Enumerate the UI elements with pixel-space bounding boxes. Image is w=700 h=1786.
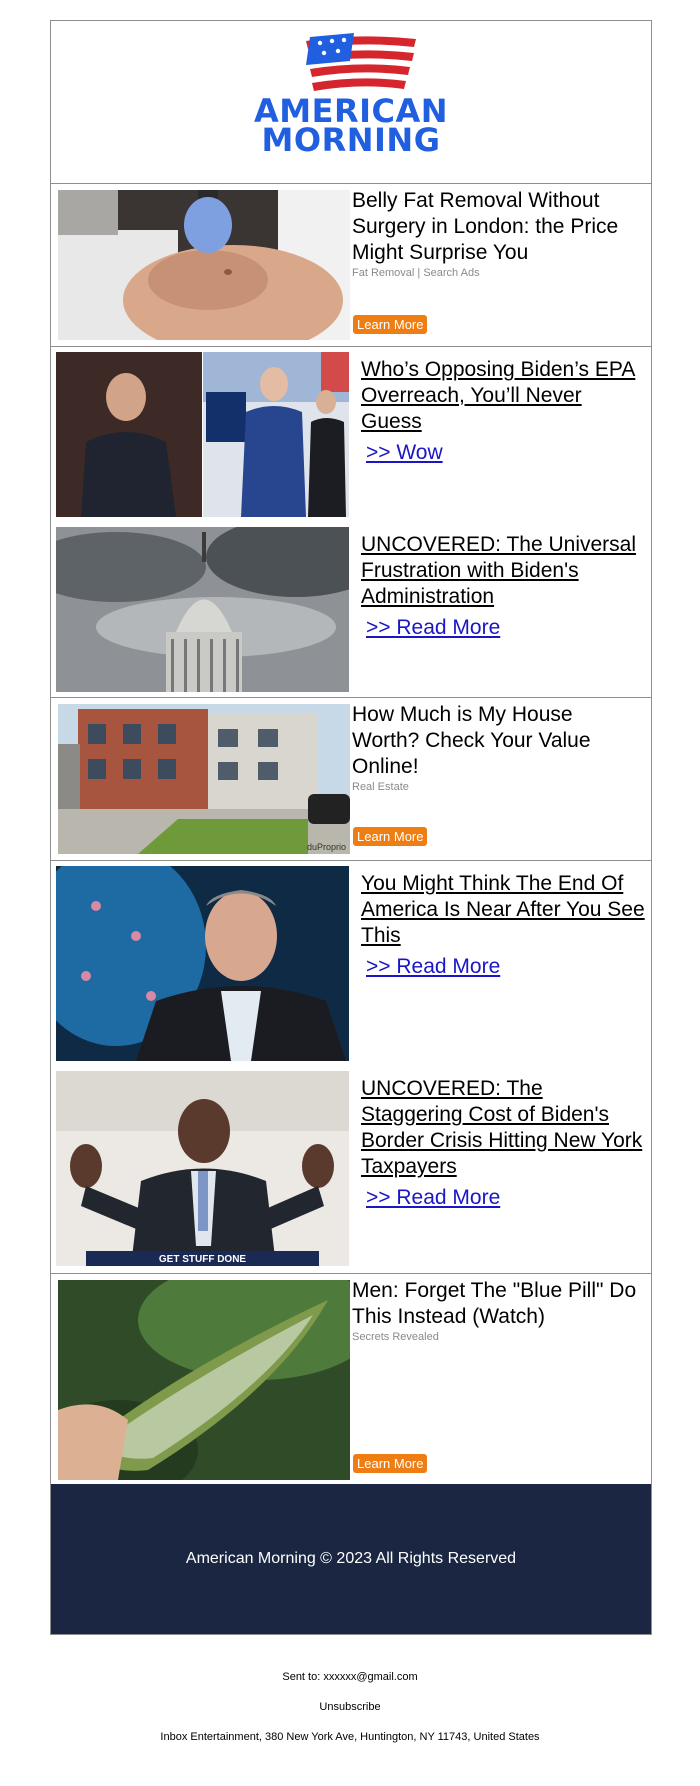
mayor-photo <box>56 1071 349 1266</box>
story-link[interactable]: >> Read More <box>366 616 500 640</box>
story-image[interactable] <box>56 527 349 692</box>
ad-title[interactable]: Men: Forget The "Blue Pill" Do This Inst… <box>352 1278 642 1343</box>
unsubscribe-link[interactable]: Unsubscribe <box>0 1701 700 1713</box>
sponsored-ad[interactable]: Men: Forget The "Blue Pill" Do This Inst… <box>51 1274 651 1484</box>
capitol-photo <box>56 527 349 692</box>
ad-image[interactable] <box>58 1280 350 1480</box>
ad-source: Secrets Revealed <box>352 1331 439 1343</box>
ad-image[interactable]: duProprio <box>58 704 350 854</box>
story-headline[interactable]: UNCOVERED: The Staggering Cost of Biden'… <box>361 1076 646 1180</box>
mailing-address: Inbox Entertainment, 380 New York Ave, H… <box>160 1731 540 1743</box>
ad-title[interactable]: How Much is My House Worth? Check Your V… <box>352 702 642 793</box>
ad-source: Fat Removal | Search Ads <box>352 267 480 279</box>
story-group: Who’s Opposing Biden’s EPA Overreach, Yo… <box>51 347 651 698</box>
footer-band: American Morning © 2023 All Rights Reser… <box>51 1484 651 1634</box>
email-wrapper: AMERICAN MORNING Belly Fat Removal Witho… <box>50 20 652 1635</box>
learn-more-button[interactable]: Learn More <box>353 827 428 846</box>
email-header: AMERICAN MORNING <box>51 21 651 184</box>
story-headline[interactable]: You Might Think The End Of America Is Ne… <box>361 871 646 949</box>
ad-source: Real Estate <box>352 781 409 793</box>
ad-image[interactable] <box>58 190 350 340</box>
host-photo <box>56 866 349 1061</box>
logo-line-2: MORNING <box>261 121 441 159</box>
sponsored-ad[interactable]: Belly Fat Removal Without Surgery in Lon… <box>51 184 651 347</box>
politicians-photo <box>56 352 349 517</box>
copyright-text: American Morning © 2023 All Rights Reser… <box>185 1550 517 1567</box>
story-headline[interactable]: Who’s Opposing Biden’s EPA Overreach, Yo… <box>361 357 646 435</box>
sponsored-ad[interactable]: duProprio How Much is My House Worth? Ch… <box>51 698 651 861</box>
logo-text: AMERICAN MORNING <box>51 95 651 159</box>
ad-title-text[interactable]: Belly Fat Removal Without Surgery in Lon… <box>352 188 642 266</box>
procedure-photo <box>58 190 350 340</box>
story-group: You Might Think The End Of America Is Ne… <box>51 861 651 1274</box>
story-image[interactable] <box>56 866 349 1061</box>
story-link[interactable]: >> Read More <box>366 955 500 979</box>
story-image[interactable]: GET STUFF DONE <box>56 1071 349 1266</box>
story-link[interactable]: >> Wow <box>366 441 443 465</box>
aloe-photo <box>58 1280 350 1480</box>
learn-more-button[interactable]: Learn More <box>353 315 428 334</box>
sent-to-text: Sent to: xxxxxx@gmail.com <box>282 1671 418 1683</box>
ad-title[interactable]: Belly Fat Removal Without Surgery in Lon… <box>352 188 642 279</box>
learn-more-button[interactable]: Learn More <box>353 1454 428 1473</box>
house-photo <box>58 704 350 854</box>
watermark-text: duProprio <box>306 842 346 852</box>
ad-title-text[interactable]: How Much is My House Worth? Check Your V… <box>352 702 642 780</box>
email-container: AMERICAN MORNING Belly Fat Removal Witho… <box>50 20 652 1635</box>
podium-text: GET STUFF DONE <box>158 1254 247 1265</box>
logo[interactable]: AMERICAN MORNING <box>51 31 651 159</box>
story-link[interactable]: >> Read More <box>366 1186 500 1210</box>
story-headline[interactable]: UNCOVERED: The Universal Frustration wit… <box>361 532 646 610</box>
ad-title-text[interactable]: Men: Forget The "Blue Pill" Do This Inst… <box>352 1278 642 1330</box>
story-image[interactable] <box>56 352 349 517</box>
